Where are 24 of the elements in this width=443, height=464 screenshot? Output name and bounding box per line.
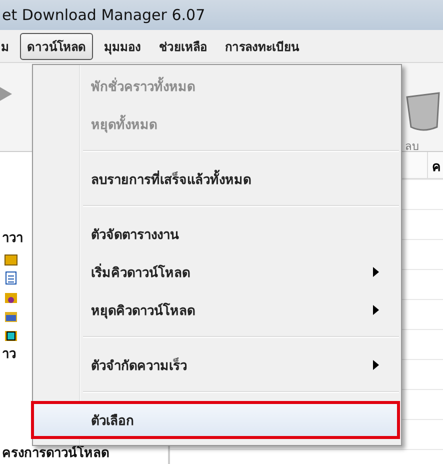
music-icon[interactable] [4,290,18,304]
box-icon[interactable] [4,252,18,266]
column-header[interactable]: ค [427,152,443,178]
menu-item[interactable]: ตัวจัดตารางงาน [35,215,399,253]
menu-item[interactable]: ลบรายการที่เสร็จแล้วทั้งหมด [35,160,399,198]
menu-item[interactable]: การลงทะเบียน [218,32,306,60]
sidebar-item[interactable]: ครงการดาวน์โหลด [2,445,109,463]
menu-item[interactable]: ตัวเลือก [31,401,400,439]
arrow-icon[interactable] [0,85,12,103]
menu-item[interactable]: หยุดคิวดาวน์โหลด [35,291,399,329]
toolbar-label: ลบ [405,139,419,155]
sidebar-item[interactable]: าวา [2,230,23,248]
film-icon[interactable] [4,328,18,342]
folder-icon[interactable] [4,309,18,323]
sidebar-item[interactable]: าว [2,346,16,364]
menu-item[interactable]: เริ่มคิวดาวน์โหลด [35,253,399,291]
menu-item[interactable]: ช่วยเหลือ [152,32,214,60]
document-icon[interactable] [4,271,18,285]
recycle-bin-icon[interactable] [405,91,441,131]
menu-item[interactable]: ตัวจำกัดความเร็ว [35,346,399,384]
menu-item[interactable]: ดาวน์โหลด [20,32,93,60]
menu-item[interactable]: ม [0,32,16,60]
window-title: et Download Manager 6.07 [1,6,206,24]
menu-item[interactable]: มุมมอง [97,32,148,60]
